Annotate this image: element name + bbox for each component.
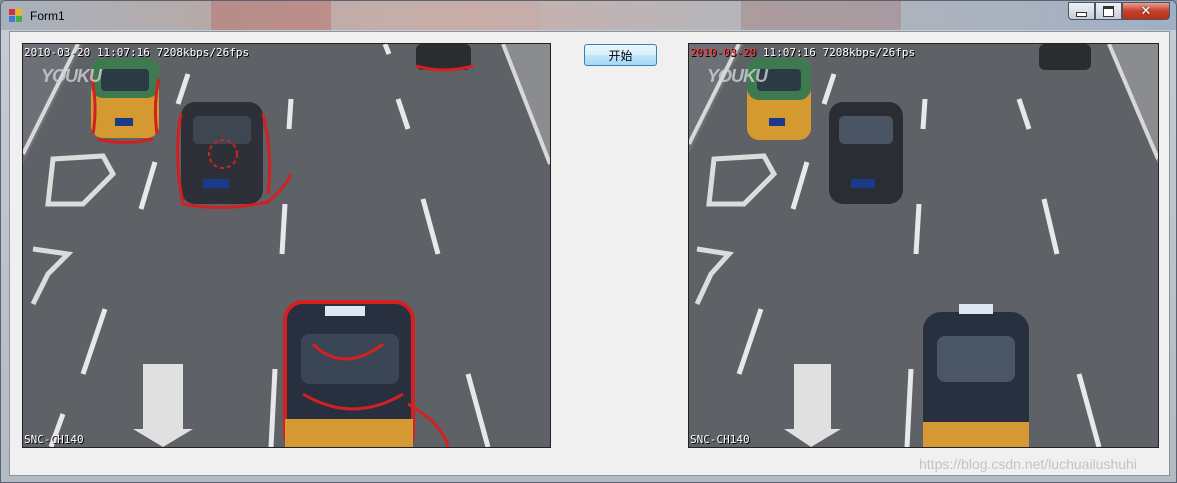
left-camera-label: SNC-CH140 <box>24 433 84 446</box>
close-icon: ✕ <box>1140 3 1152 19</box>
watermark: https://blog.csdn.net/luchuailushuhi <box>919 456 1137 472</box>
window-title: Form1 <box>30 9 65 23</box>
left-timestamp: 2010-03-20 11:07:16 7208kbps/26fps <box>24 46 250 59</box>
maximize-icon <box>1103 5 1114 17</box>
right-timestamp: 2010-03-20 11:07:16 7208kbps/26fps <box>690 46 915 59</box>
right-video-frame: 2010-03-20 11:07:16 7208kbps/26fps YOUKU… <box>688 43 1159 448</box>
right-logo: YOUKU <box>707 66 768 86</box>
left-logo: YOUKU <box>41 66 102 86</box>
left-video-frame: 2010-03-20 11:07:16 7208kbps/26fps YOUKU… <box>22 43 551 448</box>
minimize-icon <box>1076 11 1087 17</box>
right-road-scene <box>689 44 1158 447</box>
right-camera-label: SNC-CH140 <box>690 433 750 446</box>
right-timestamp-rest: 11:07:16 7208kbps/26fps <box>756 46 916 59</box>
left-road-scene <box>23 44 550 447</box>
form-client-area: 2010-03-20 11:07:16 7208kbps/26fps YOUKU… <box>9 31 1170 476</box>
title-bar[interactable]: Form1 ✕ <box>1 1 1176 30</box>
minimize-button[interactable] <box>1068 2 1095 20</box>
maximize-button[interactable] <box>1095 2 1122 20</box>
close-button[interactable]: ✕ <box>1122 2 1170 20</box>
start-button[interactable]: 开始 <box>584 44 657 66</box>
right-timestamp-date: 2010-03-20 <box>690 46 757 59</box>
app-window: Form1 ✕ 2010-03-20 11:07:16 7208kbps/26f… <box>0 0 1177 483</box>
form-icon <box>9 9 22 22</box>
